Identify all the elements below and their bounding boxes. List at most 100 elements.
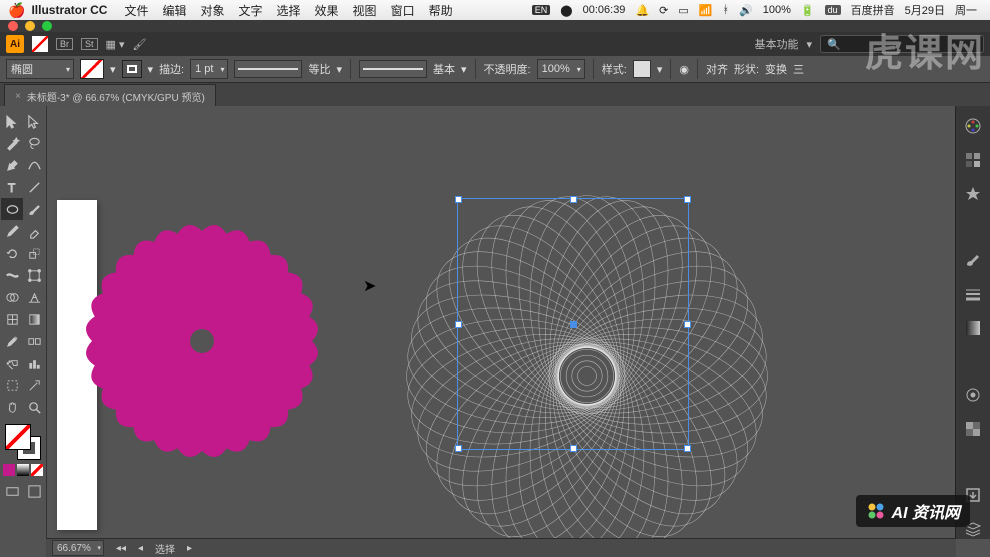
lang-icon[interactable]: EN (532, 5, 551, 15)
gradient-panel-icon[interactable] (962, 318, 984, 338)
menu-effect[interactable]: 效果 (315, 2, 339, 19)
fill-stroke-indicator[interactable] (5, 424, 41, 460)
recolor-icon[interactable]: ◉ (679, 63, 689, 76)
zoom-level-dropdown[interactable]: 66.67% (52, 540, 104, 556)
transform-label[interactable]: 变换 (765, 61, 787, 77)
apple-icon[interactable]: 🍎 (8, 2, 25, 19)
menu-help[interactable]: 帮助 (429, 2, 453, 19)
ime-text[interactable]: 百度拼音 (851, 2, 895, 18)
extra-menu[interactable]: 三 (793, 61, 804, 77)
color-mode-none[interactable] (31, 464, 43, 476)
shape-builder-tool[interactable] (1, 286, 23, 308)
slice-tool[interactable] (23, 374, 45, 396)
transparency-panel-icon[interactable] (962, 419, 984, 439)
close-window-button[interactable] (8, 21, 18, 31)
date-text[interactable]: 5月29日 (905, 2, 945, 18)
selection-center[interactable] (570, 321, 577, 328)
brushes-panel-icon[interactable] (962, 250, 984, 270)
tool-name-display[interactable]: 椭圆 (6, 59, 74, 79)
symbols-panel-icon[interactable] (962, 184, 984, 204)
search-input[interactable]: 🔍 (820, 35, 984, 53)
gradient-tool[interactable] (23, 308, 45, 330)
selection-handle[interactable] (684, 196, 691, 203)
line-tool[interactable] (23, 176, 45, 198)
width-tool[interactable] (1, 264, 23, 286)
stroke-weight-field[interactable]: 1 pt (190, 59, 228, 79)
selection-handle[interactable] (684, 445, 691, 452)
graphic-style-swatch[interactable] (633, 60, 651, 78)
menu-type[interactable]: 文字 (239, 2, 263, 19)
align-label[interactable]: 对齐 (706, 61, 728, 77)
eraser-tool[interactable] (23, 220, 45, 242)
close-tab-icon[interactable]: × (15, 91, 21, 102)
scale-tool[interactable] (23, 242, 45, 264)
no-fill-swatch-icon[interactable] (32, 36, 48, 52)
perspective-tool[interactable] (23, 286, 45, 308)
bluetooth-icon[interactable]: ᚼ (722, 4, 729, 16)
display-icon[interactable]: ▭ (678, 4, 688, 17)
color-mode-gradient[interactable] (17, 464, 29, 476)
arrange-docs-icon[interactable]: ▦ ▾ (106, 38, 125, 51)
selection-handle[interactable] (570, 196, 577, 203)
pen-tool[interactable] (1, 154, 23, 176)
ellipse-tool[interactable] (1, 198, 23, 220)
bridge-icon[interactable]: Br (56, 38, 73, 50)
artboard-nav-icon[interactable]: ◂ (138, 543, 143, 554)
artboard-nav-prev-icon[interactable]: ◂◂ (116, 543, 126, 554)
stroke-profile-dropdown[interactable] (234, 60, 302, 78)
menu-window[interactable]: 窗口 (391, 2, 415, 19)
sync-icon[interactable]: ⟳ (659, 4, 668, 17)
screen-mode-button[interactable] (23, 480, 45, 502)
free-transform-tool[interactable] (23, 264, 45, 286)
battery-icon[interactable]: 🔋 (801, 4, 815, 17)
notification-icon[interactable]: 🔔 (635, 4, 649, 17)
color-panel-icon[interactable] (962, 116, 984, 136)
selection-handle[interactable] (570, 445, 577, 452)
minimize-window-button[interactable] (25, 21, 35, 31)
direct-selection-tool[interactable] (23, 110, 45, 132)
brush-definition-dropdown[interactable] (359, 60, 427, 78)
lasso-tool[interactable] (23, 132, 45, 154)
canvas[interactable]: ➤ (47, 106, 955, 539)
selection-bounding-box[interactable] (457, 198, 689, 450)
workspace-switcher[interactable]: 基本功能 (754, 36, 798, 52)
zoom-tool[interactable] (23, 396, 45, 418)
symbol-sprayer-tool[interactable] (1, 352, 23, 374)
magic-wand-tool[interactable] (1, 132, 23, 154)
app-name[interactable]: Illustrator CC (31, 3, 107, 17)
appearance-panel-icon[interactable] (962, 385, 984, 405)
paintbrush-tool[interactable] (23, 198, 45, 220)
fill-color-box[interactable] (5, 424, 31, 450)
selection-handle[interactable] (455, 445, 462, 452)
artboard-tool[interactable] (1, 374, 23, 396)
selection-handle[interactable] (684, 321, 691, 328)
mesh-tool[interactable] (1, 308, 23, 330)
stroke-swatch[interactable] (122, 60, 142, 78)
menu-edit[interactable]: 编辑 (162, 2, 186, 19)
screen-mode-normal[interactable] (1, 480, 23, 502)
volume-icon[interactable]: 🔊 (739, 4, 753, 17)
hand-tool[interactable] (1, 396, 23, 418)
stroke-panel-icon[interactable] (962, 284, 984, 304)
document-tab[interactable]: × 未标题-3* @ 66.67% (CMYK/GPU 预览) (4, 84, 216, 107)
color-mode-solid[interactable] (3, 464, 15, 476)
fill-swatch[interactable] (80, 59, 104, 79)
flower-shape[interactable] (77, 216, 327, 466)
rotate-tool[interactable] (1, 242, 23, 264)
zoom-window-button[interactable] (42, 21, 52, 31)
gpu-icon[interactable]: 🖌 (133, 38, 147, 51)
menu-select[interactable]: 选择 (277, 2, 301, 19)
menu-object[interactable]: 对象 (200, 2, 224, 19)
blend-tool[interactable] (23, 330, 45, 352)
menu-view[interactable]: 视图 (353, 2, 377, 19)
selection-handle[interactable] (455, 196, 462, 203)
app-du-icon[interactable]: du (825, 5, 841, 15)
stock-icon[interactable]: St (81, 38, 98, 50)
curvature-tool[interactable] (23, 154, 45, 176)
day-text[interactable]: 周一 (955, 2, 977, 18)
opacity-field[interactable]: 100% (537, 59, 585, 79)
graph-tool[interactable] (23, 352, 45, 374)
artboard-nav-next-icon[interactable]: ▸ (187, 543, 192, 554)
shape-label[interactable]: 形状: (734, 61, 759, 77)
swatches-panel-icon[interactable] (962, 150, 984, 170)
